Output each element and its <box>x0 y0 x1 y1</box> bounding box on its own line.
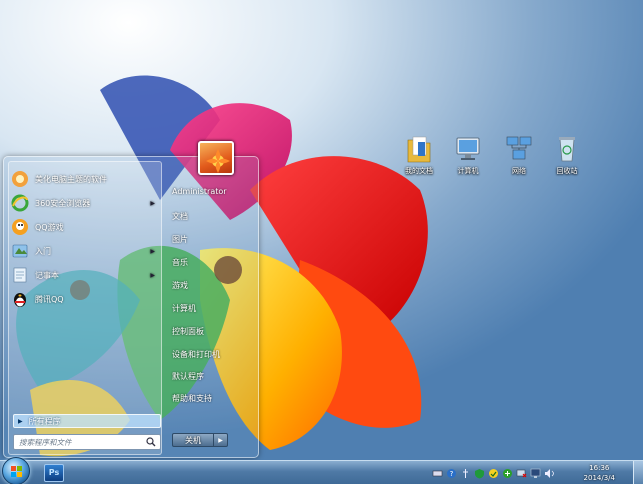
desktop-icon-network[interactable]: 网络 <box>498 134 540 176</box>
help-support-link[interactable]: 帮助和支持 <box>172 393 212 404</box>
start-menu-program-item[interactable]: 360安全浏览器 ▶ <box>11 192 161 214</box>
documents-link[interactable]: 文档 <box>172 211 188 222</box>
help-icon[interactable]: ? <box>446 468 457 479</box>
program-label: 360安全浏览器 <box>35 198 91 208</box>
start-menu-program-item[interactable]: 美化电脑主题的软件 <box>11 168 161 190</box>
start-menu: 美化电脑主题的软件 360安全浏览器 ▶ QQ游戏 入门 ▶ 记事本 ▶ 腾讯Q… <box>3 141 259 458</box>
submenu-arrow-icon: ▶ <box>150 199 155 207</box>
windows-logo-icon <box>11 466 22 477</box>
ie-browser-icon <box>11 194 29 212</box>
desktop-icon-label: 网络 <box>512 167 526 175</box>
all-programs-button[interactable]: ▶ 所有程序 <box>13 414 161 428</box>
system-tray: ? <box>432 466 555 480</box>
keyboard-icon[interactable] <box>432 468 443 479</box>
all-programs-label: 所有程序 <box>28 416 61 426</box>
program-label: 腾讯QQ <box>35 294 64 304</box>
start-button[interactable] <box>2 457 30 484</box>
computer-icon <box>456 137 480 160</box>
games-link[interactable]: 游戏 <box>172 280 188 291</box>
getting-started-icon <box>12 244 28 258</box>
theme-app-icon <box>12 171 28 187</box>
desktop: 我的文档 计算机 网络 回收站 美化电脑主题的软件 360安全浏览器 ▶ QQ游… <box>0 0 643 460</box>
desktop-icon-documents[interactable]: 我的文档 <box>398 134 440 176</box>
default-programs-link[interactable]: 默认程序 <box>172 371 204 382</box>
computer-link[interactable]: 计算机 <box>172 303 196 314</box>
shutdown-button[interactable]: 关机 <box>172 433 214 447</box>
qq-game-icon <box>12 219 28 235</box>
control-panel-link[interactable]: 控制面板 <box>172 326 204 337</box>
desktop-icon-label: 计算机 <box>457 167 479 175</box>
pictures-link[interactable]: 图片 <box>172 234 188 245</box>
clock-time: 16:36 <box>589 464 610 472</box>
program-label: 美化电脑主题的软件 <box>35 174 107 184</box>
network-icon <box>506 136 532 160</box>
program-label: 入门 <box>35 246 51 256</box>
desktop-icon-recycle-bin[interactable]: 回收站 <box>546 134 588 176</box>
taskbar: Ps ? 16:36 2014/3/4 <box>0 457 643 484</box>
start-menu-places-pane: Administrator 文档 图片 音乐 游戏 计算机 控制面板 设备和打印… <box>164 141 258 457</box>
documents-folder-icon <box>407 136 431 163</box>
desktop-icon-label: 我的文档 <box>405 167 433 175</box>
start-menu-program-item[interactable]: 入门 ▶ <box>11 240 161 262</box>
security-icon[interactable] <box>502 468 513 479</box>
notepad-icon <box>13 267 27 283</box>
flower-avatar-icon <box>206 149 230 173</box>
submenu-arrow-icon: ▶ <box>150 247 155 255</box>
start-menu-program-item[interactable]: 记事本 ▶ <box>11 264 161 286</box>
flag-icon[interactable] <box>488 468 499 479</box>
submenu-arrow-icon: ▶ <box>150 271 155 279</box>
search-icon[interactable] <box>146 437 156 447</box>
photoshop-taskbar-button[interactable]: Ps <box>44 464 64 482</box>
usb-icon[interactable] <box>460 468 471 479</box>
program-label: QQ游戏 <box>35 222 64 232</box>
taskbar-clock[interactable]: 16:36 2014/3/4 <box>584 463 615 483</box>
all-programs-arrow-icon: ▶ <box>18 417 23 425</box>
user-name-link[interactable]: Administrator <box>172 187 227 196</box>
start-menu-program-item[interactable]: QQ游戏 <box>11 216 161 238</box>
program-label: 记事本 <box>35 270 59 280</box>
network-status-icon[interactable] <box>516 468 527 479</box>
search-placeholder: 搜索程序和文件 <box>19 437 72 447</box>
speaker-icon[interactable] <box>544 468 555 479</box>
photoshop-icon: Ps <box>48 468 60 477</box>
qq-penguin-icon <box>14 293 26 307</box>
start-search-input[interactable]: 搜索程序和文件 <box>13 434 161 450</box>
shutdown-options-arrow-icon[interactable]: ▶ <box>214 433 228 447</box>
desktop-icon-computer[interactable]: 计算机 <box>447 134 489 176</box>
svg-text:?: ? <box>450 470 454 478</box>
recycle-bin-icon <box>559 137 575 162</box>
devices-printers-link[interactable]: 设备和打印机 <box>172 349 220 360</box>
show-desktop-button[interactable] <box>633 461 643 484</box>
monitor-icon[interactable] <box>530 468 541 479</box>
shutdown-control: 关机 ▶ <box>172 433 228 447</box>
desktop-icon-label: 回收站 <box>556 167 578 175</box>
shield-icon[interactable] <box>474 468 485 479</box>
start-menu-programs-pane: 美化电脑主题的软件 360安全浏览器 ▶ QQ游戏 入门 ▶ 记事本 ▶ 腾讯Q… <box>8 161 162 455</box>
music-link[interactable]: 音乐 <box>172 257 188 268</box>
user-avatar[interactable] <box>198 141 234 175</box>
clock-date: 2014/3/4 <box>583 474 615 482</box>
start-menu-program-item[interactable]: 腾讯QQ <box>11 288 161 310</box>
